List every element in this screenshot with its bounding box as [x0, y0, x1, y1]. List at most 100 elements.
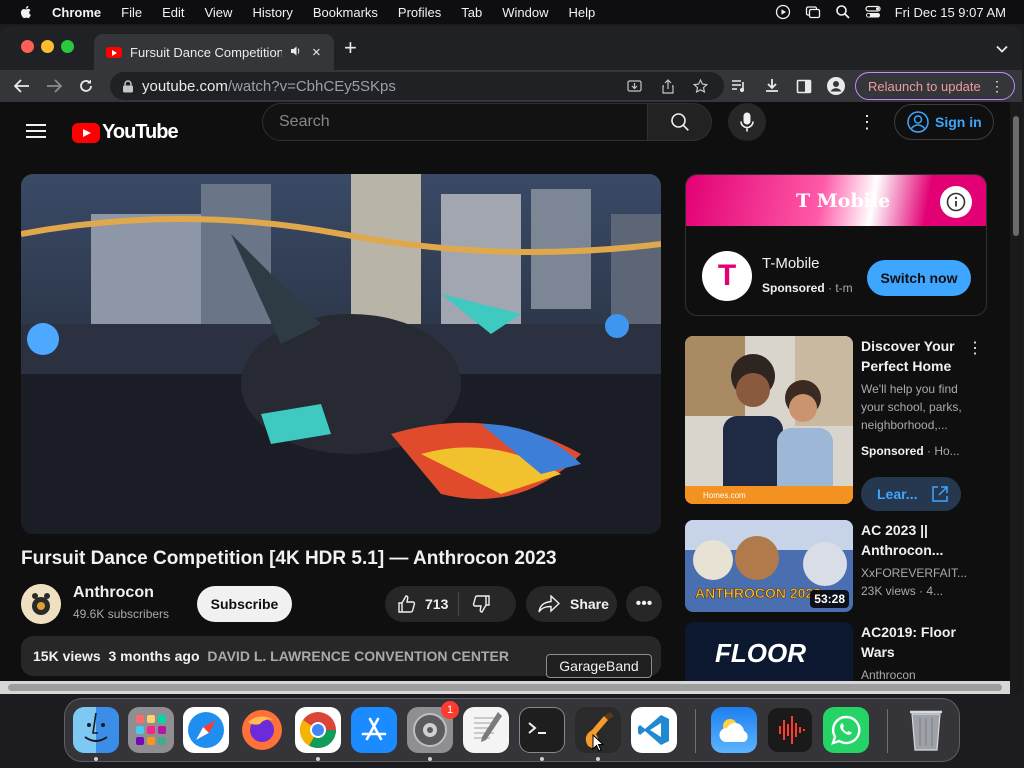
horizontal-scrollbar-thumb[interactable] [8, 684, 1002, 691]
dock-safari-icon[interactable] [183, 707, 229, 753]
zoom-window-button[interactable] [61, 40, 74, 53]
ad-sponsored-text: Sponsored [762, 281, 825, 295]
menu-bookmarks[interactable]: Bookmarks [313, 5, 378, 20]
youtube-favicon-icon [106, 46, 122, 58]
like-count: 713 [425, 596, 449, 612]
audio-playing-icon[interactable] [290, 45, 302, 60]
mouse-cursor-icon [592, 734, 605, 752]
ad-advertiser-name: T-Mobile [762, 255, 820, 272]
ad-sponsored-label: Sponsored · t-m [762, 281, 853, 295]
tab-title: Fursuit Dance Competition [130, 44, 282, 60]
video-player[interactable] [21, 174, 661, 534]
control-center-icon[interactable] [865, 4, 881, 20]
recommendation-thumbnail[interactable]: ANTHROCON 2023 53:28 [685, 520, 853, 612]
upload-age: 3 months ago [108, 648, 200, 664]
recommendation-more-icon[interactable]: ⋮ [967, 338, 983, 358]
dock-app-store-icon[interactable] [351, 707, 397, 753]
recommendation-channel: XxFOREVERFAIT... [861, 566, 968, 580]
share-button[interactable]: Share [526, 586, 617, 622]
spotlight-search-icon[interactable] [835, 4, 851, 20]
more-actions-button[interactable]: ••• [626, 586, 662, 622]
dock-system-settings-icon[interactable]: 1 [407, 701, 459, 753]
menu-profiles[interactable]: Profiles [398, 5, 441, 20]
recommendation-title: Discover Your Perfect Home [861, 338, 955, 374]
dislike-button[interactable] [471, 594, 491, 614]
recommendation-thumbnail[interactable]: FLOOR [685, 622, 853, 682]
channel-avatar[interactable] [21, 584, 61, 624]
dock-whatsapp-icon[interactable] [823, 707, 869, 753]
scrollbar-thumb[interactable] [1013, 116, 1019, 236]
tab-strip: Fursuit Dance Competition × + [0, 26, 1022, 70]
dock-voice-memos-icon[interactable] [767, 707, 813, 753]
sign-in-button[interactable]: Sign in [894, 104, 994, 140]
menu-file[interactable]: File [121, 5, 142, 20]
settings-running-dot [428, 757, 432, 761]
dock-finder-icon[interactable] [73, 707, 119, 753]
menu-edit[interactable]: Edit [162, 5, 184, 20]
voice-search-button[interactable] [728, 103, 766, 141]
recommendation-sponsored-line: Sponsored · Ho... [861, 442, 960, 460]
description-box[interactable]: 15K views 3 months ago DAVID L. LAWRENCE… [21, 636, 661, 676]
dock-textedit-icon[interactable] [463, 707, 509, 753]
dock-terminal-icon[interactable] [519, 707, 565, 753]
recommendation-video-2[interactable]: FLOOR AC2019: Floor Wars Anthrocon [685, 622, 1005, 682]
like-dislike-group: 713 [385, 586, 516, 622]
homes-watermark: Homes.com [703, 491, 746, 500]
media-playback-icon[interactable] [775, 4, 791, 20]
menu-tab[interactable]: Tab [461, 5, 482, 20]
apple-menu-icon[interactable] [18, 4, 34, 20]
dock-weather-icon[interactable] [711, 707, 757, 753]
page-overlay: Search ⋮ Sign in Fursuit Dance Competiti… [0, 0, 1024, 768]
macos-menu-bar: Chrome File Edit View History Bookmarks … [0, 0, 1024, 24]
settings-more-icon[interactable]: ⋮ [858, 112, 876, 132]
channel-name[interactable]: Anthrocon [73, 584, 154, 602]
horizontal-scrollbar[interactable] [0, 681, 1010, 694]
close-tab-icon[interactable]: × [312, 44, 321, 61]
search-input[interactable]: Search [262, 103, 648, 141]
recommendation-sponsored[interactable]: Homes.com Discover Your Perfect Home ⋮ W… [685, 336, 1005, 512]
menu-history[interactable]: History [252, 5, 292, 20]
floor-wars-thumb-text: FLOOR [715, 638, 806, 668]
tab-search-chevron-icon[interactable] [996, 40, 1008, 56]
menu-view[interactable]: View [204, 5, 232, 20]
menu-bar-clock[interactable]: Fri Dec 15 9:07 AM [895, 5, 1006, 20]
video-duration: 53:28 [810, 590, 849, 608]
screen-mirroring-icon[interactable] [805, 4, 821, 20]
tmobile-ad-card[interactable]: T Mobile T T-Mobile Sponsored · t-m Swit… [685, 174, 987, 316]
learn-more-label: Lear... [877, 486, 918, 502]
ad-banner[interactable]: T Mobile [686, 175, 986, 226]
search-button[interactable] [648, 103, 712, 141]
dock-chrome-icon[interactable] [295, 707, 341, 753]
share-arrow-icon [538, 595, 560, 613]
video-frame-image [21, 174, 661, 534]
menu-window[interactable]: Window [502, 5, 548, 20]
recommendation-video-1[interactable]: ANTHROCON 2023 53:28 AC 2023 || Anthroco… [685, 520, 1005, 616]
ad-info-icon[interactable] [940, 186, 972, 218]
switch-now-label: Switch now [880, 270, 958, 286]
vertical-scrollbar[interactable] [1010, 102, 1022, 694]
dock-vscode-icon[interactable] [631, 707, 677, 753]
anthrocon-thumb-text: ANTHROCON 2023 [695, 585, 821, 601]
minimize-window-button[interactable] [41, 40, 54, 53]
recommendation-title: AC2019: Floor Wars [861, 624, 956, 660]
menu-app-name[interactable]: Chrome [52, 5, 101, 20]
chrome-running-dot [316, 757, 320, 761]
dock-launchpad-icon[interactable] [128, 707, 174, 753]
external-link-icon [932, 486, 948, 502]
like-button[interactable]: 713 [397, 594, 448, 614]
learn-more-button[interactable]: Lear... [861, 477, 961, 511]
microphone-icon [740, 112, 754, 132]
menu-help[interactable]: Help [569, 5, 596, 20]
switch-now-button[interactable]: Switch now [867, 260, 971, 296]
dock-firefox-icon[interactable] [239, 707, 285, 753]
thumbs-up-icon [398, 595, 416, 613]
recommendation-channel: Anthrocon [861, 668, 916, 682]
tab-youtube[interactable]: Fursuit Dance Competition × [94, 34, 334, 70]
dock-separator [695, 709, 696, 753]
dock-trash-icon[interactable] [903, 707, 949, 753]
subscribe-button[interactable]: Subscribe [197, 586, 292, 622]
new-tab-icon[interactable]: + [344, 37, 357, 59]
recommendation-thumbnail[interactable]: Homes.com [685, 336, 853, 504]
subscriber-count: 49.6K subscribers [73, 607, 170, 621]
close-window-button[interactable] [21, 40, 34, 53]
